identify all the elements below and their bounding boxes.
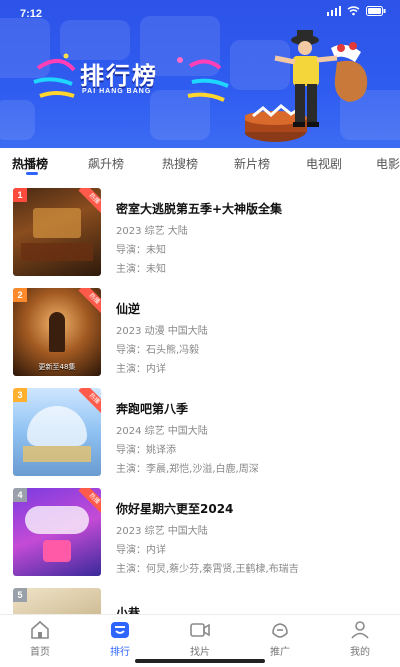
rank-badge: 4 bbox=[13, 488, 27, 502]
banner-title: 排行榜 bbox=[80, 62, 158, 90]
tab-new-release[interactable]: 新片榜 bbox=[234, 155, 270, 172]
item-info: 2023 综艺 中国大陆 bbox=[116, 526, 208, 537]
tab-rising[interactable]: 飙升榜 bbox=[88, 155, 124, 172]
item-director: 导演：姚译添 bbox=[116, 445, 176, 456]
treasure-illustration bbox=[245, 30, 368, 142]
nav-profile-label: 我的 bbox=[350, 647, 370, 658]
user-icon bbox=[351, 621, 369, 639]
rank-badge: 3 bbox=[13, 388, 27, 402]
nav-profile[interactable]: 我的 bbox=[330, 619, 390, 658]
nav-find-film-label: 找片 bbox=[190, 647, 210, 658]
list-item[interactable]: 4 热播 你好星期六更至2024 2023 综艺 中国大陆 导演：内详 主演：何… bbox=[0, 478, 400, 578]
tab-hot-play[interactable]: 热播榜 bbox=[12, 155, 48, 172]
poster-image[interactable]: 5 bbox=[13, 588, 101, 614]
hot-tag: 热播 bbox=[78, 188, 101, 215]
wifi-icon bbox=[347, 6, 360, 16]
episode-caption: 更新至48集 bbox=[38, 363, 76, 371]
item-info: 2024 综艺 中国大陆 bbox=[116, 426, 208, 437]
nav-home-label: 首页 bbox=[30, 647, 50, 658]
ranking-list: 1 热播 密室大逃脱第五季+大神版全集 2023 综艺 大陆 导演：未知 主演：… bbox=[0, 178, 400, 614]
item-cast: 主演：内详 bbox=[116, 364, 166, 375]
banner-logo: 排行榜 PAI HANG BANG bbox=[30, 48, 230, 108]
list-item[interactable]: 1 热播 密室大逃脱第五季+大神版全集 2023 综艺 大陆 导演：未知 主演：… bbox=[0, 178, 400, 278]
item-info: 2023 动漫 中国大陆 bbox=[116, 326, 208, 337]
poster-image[interactable]: 3 热播 bbox=[13, 388, 101, 476]
hot-tag: 热播 bbox=[78, 388, 101, 415]
item-cast: 主演：李晨,郑恺,沙溢,白鹿,周深 bbox=[116, 464, 259, 475]
item-info: 2023 综艺 大陆 bbox=[116, 226, 188, 237]
item-cast: 主演：未知 bbox=[116, 264, 166, 275]
poster-image[interactable]: 1 热播 bbox=[13, 188, 101, 276]
nav-ranking-label: 排行 bbox=[110, 647, 130, 658]
item-title[interactable]: 密室大逃脱第五季+大神版全集 bbox=[116, 200, 282, 217]
film-icon bbox=[190, 623, 210, 637]
status-icons bbox=[327, 6, 386, 16]
item-director: 导演：内详 bbox=[116, 545, 166, 556]
share-icon bbox=[272, 623, 288, 638]
signal-icon bbox=[327, 6, 341, 16]
tab-tv-series[interactable]: 电视剧 bbox=[306, 155, 342, 172]
nav-promote[interactable]: 推广 bbox=[250, 619, 310, 658]
poster-image[interactable]: 2 热播 更新至48集 bbox=[13, 288, 101, 376]
rank-badge: 1 bbox=[13, 188, 27, 202]
list-item[interactable]: 2 热播 更新至48集 仙逆 2023 动漫 中国大陆 导演：石头熊,冯毅 主演… bbox=[0, 278, 400, 378]
ranking-banner: 7:12 排行榜 PAI HANG BANG bbox=[0, 0, 400, 148]
list-item[interactable]: 3 热播 奔跑吧第八季 2024 综艺 中国大陆 导演：姚译添 主演：李晨,郑恺… bbox=[0, 378, 400, 478]
home-indicator bbox=[135, 659, 265, 663]
banner-subtitle: PAI HANG BANG bbox=[82, 88, 152, 95]
rank-badge: 2 bbox=[13, 288, 27, 302]
nav-promote-label: 推广 bbox=[270, 647, 290, 658]
item-director: 导演：未知 bbox=[116, 245, 166, 256]
ranking-tabs: 热播榜 飙升榜 热搜榜 新片榜 电视剧 电影 bbox=[0, 148, 400, 178]
active-tab-indicator bbox=[26, 172, 38, 175]
home-icon bbox=[31, 620, 49, 639]
nav-ranking[interactable]: 排行 bbox=[90, 619, 150, 658]
nav-find-film[interactable]: 找片 bbox=[170, 619, 230, 658]
item-cast: 主演：何炅,蔡少芬,秦霄贤,王鹤棣,布瑞吉 bbox=[116, 564, 299, 575]
item-title[interactable]: 仙逆 bbox=[116, 300, 140, 317]
item-title[interactable]: 你好星期六更至2024 bbox=[116, 500, 233, 517]
item-title[interactable]: 奔跑吧第八季 bbox=[116, 400, 188, 417]
status-time: 7:12 bbox=[20, 8, 43, 20]
ranking-icon bbox=[111, 622, 129, 638]
item-director: 导演：石头熊,冯毅 bbox=[116, 345, 200, 356]
hot-tag: 热播 bbox=[78, 288, 101, 315]
battery-icon bbox=[366, 6, 386, 16]
list-item[interactable]: 5 小巷 bbox=[0, 578, 400, 614]
item-title[interactable]: 小巷 bbox=[116, 604, 140, 614]
tab-movies[interactable]: 电影 bbox=[376, 155, 400, 172]
nav-home[interactable]: 首页 bbox=[10, 619, 70, 658]
tab-hot-search[interactable]: 热搜榜 bbox=[162, 155, 198, 172]
poster-image[interactable]: 4 热播 bbox=[13, 488, 101, 576]
rank-badge: 5 bbox=[13, 588, 27, 602]
